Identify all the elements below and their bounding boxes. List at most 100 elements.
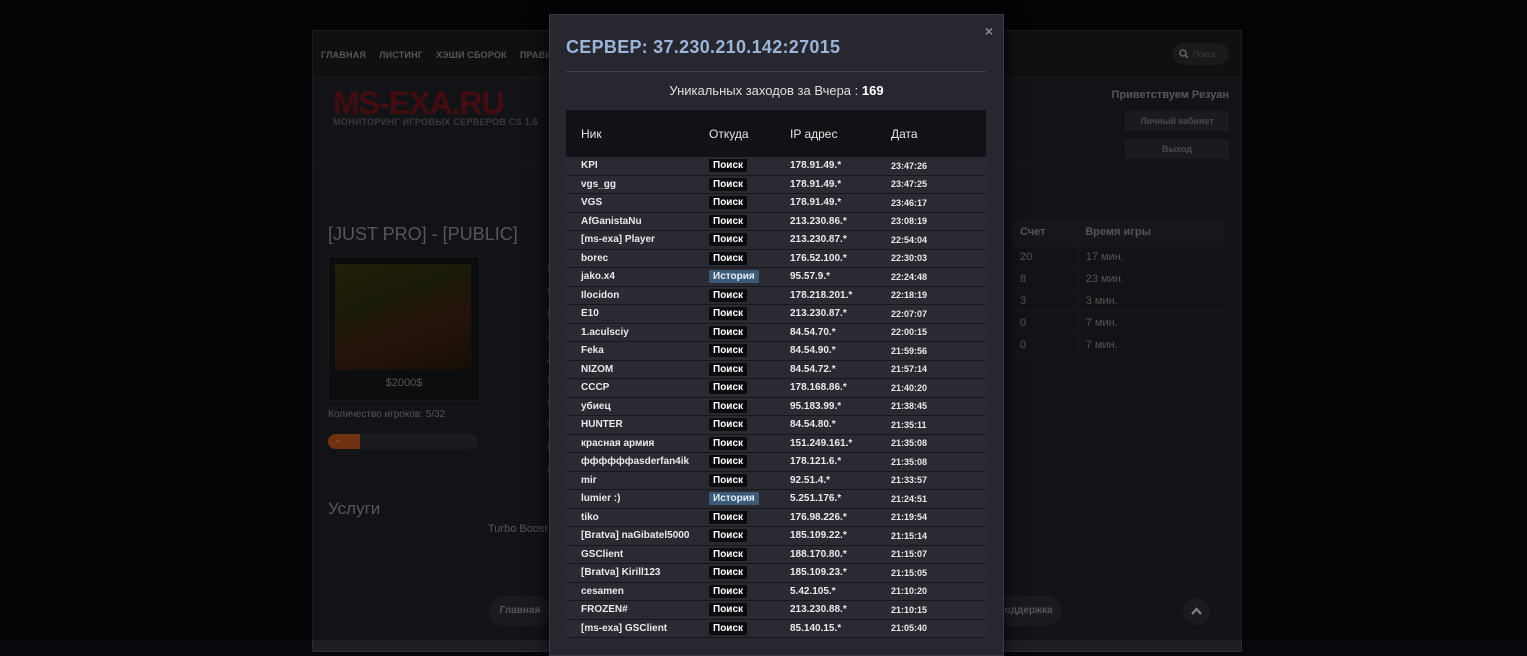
nick-cell: mir — [566, 471, 709, 490]
date-cell: 21:24:51 — [891, 489, 986, 509]
close-icon[interactable]: × — [985, 23, 993, 39]
ip-cell: 185.109.22.* — [790, 526, 891, 546]
table-row: borec Поиск 176.52.100.* 22:30:03 — [566, 249, 986, 268]
nick-cell: [ms-exa] GSClient — [566, 619, 709, 638]
ip-cell: 95.57.9.* — [790, 267, 891, 287]
source-badge: Поиск — [709, 436, 748, 450]
nick-cell: cesamen — [566, 582, 709, 601]
nick-cell: AfGanistaNu — [566, 212, 709, 231]
unique-visits-label: Уникальных заходов за Вчера : — [669, 83, 859, 98]
date-cell: 21:15:07 — [891, 545, 986, 564]
source-cell: Поиск — [709, 378, 790, 398]
nick-cell: убиец — [566, 397, 709, 416]
date-cell: 22:07:07 — [891, 304, 986, 324]
source-cell: Поиск — [709, 582, 790, 601]
source-cell: Поиск — [709, 323, 790, 342]
ip-cell: 176.52.100.* — [790, 249, 891, 268]
table-row: FROZEN# Поиск 213.230.88.* 21:10:15 — [566, 600, 986, 620]
source-badge: Поиск — [709, 603, 748, 617]
unique-visits-summary: Уникальных заходов за Вчера : 169 — [550, 83, 1003, 98]
table-row: Feka Поиск 84.54.90.* 21:59:56 — [566, 341, 986, 361]
date-cell: 22:24:48 — [891, 267, 986, 287]
source-cell: Поиск — [709, 286, 790, 305]
source-badge: Поиск — [709, 399, 748, 413]
unique-visits-count: 169 — [861, 83, 884, 98]
nick-cell: CCCP — [566, 378, 709, 398]
source-badge: Поиск — [709, 177, 748, 191]
table-row: HUNTER Поиск 84.54.80.* 21:35:11 — [566, 415, 986, 435]
table-row: VGS Поиск 178.91.49.* 23:46:17 — [566, 193, 986, 213]
nick-cell: VGS — [566, 193, 709, 213]
source-badge: Поиск — [709, 325, 748, 339]
nick-cell: [Bratva] naGibatel5000 — [566, 526, 709, 546]
source-badge: Поиск — [709, 547, 748, 561]
nick-cell: FROZEN# — [566, 600, 709, 620]
date-cell: 21:19:54 — [891, 508, 986, 527]
source-badge: Поиск — [709, 418, 748, 432]
source-cell: Поиск — [709, 508, 790, 527]
ip-cell: 213.230.86.* — [790, 212, 891, 231]
table-row: Ilocidon Поиск 178.218.201.* 22:18:19 — [566, 286, 986, 305]
source-cell: Поиск — [709, 212, 790, 231]
source-badge: Поиск — [709, 251, 748, 265]
source-cell: Поиск — [709, 415, 790, 435]
source-badge: Поиск — [709, 362, 748, 376]
ip-cell: 84.54.90.* — [790, 341, 891, 361]
column-ip: IP адрес — [790, 110, 891, 157]
date-cell: 21:38:45 — [891, 397, 986, 416]
table-row: jako.x4 История 95.57.9.* 22:24:48 — [566, 267, 986, 287]
date-cell: 22:30:03 — [891, 249, 986, 268]
ip-cell: 178.91.49.* — [790, 193, 891, 213]
source-badge: История — [709, 270, 759, 284]
ip-cell: 178.91.49.* — [790, 175, 891, 194]
ip-cell: 213.230.87.* — [790, 304, 891, 324]
source-badge: Поиск — [709, 473, 748, 487]
source-cell: Поиск — [709, 434, 790, 453]
nick-cell: NIZOM — [566, 360, 709, 379]
table-row: mir Поиск 92.51.4.* 21:33:57 — [566, 471, 986, 490]
ip-cell: 178.121.6.* — [790, 452, 891, 472]
source-badge: Поиск — [709, 288, 748, 302]
source-cell: Поиск — [709, 545, 790, 564]
ip-cell: 176.98.226.* — [790, 508, 891, 527]
ip-cell: 178.91.49.* — [790, 157, 891, 176]
source-cell: Поиск — [709, 526, 790, 546]
date-cell: 21:40:20 — [891, 378, 986, 398]
nick-cell: lumier :) — [566, 489, 709, 509]
date-cell: 21:10:20 — [891, 582, 986, 601]
nick-cell: jako.x4 — [566, 267, 709, 287]
source-cell: Поиск — [709, 341, 790, 361]
table-row: lumier :) История 5.251.176.* 21:24:51 — [566, 489, 986, 509]
source-cell: Поиск — [709, 452, 790, 472]
ip-cell: 151.249.161.* — [790, 434, 891, 453]
ip-cell: 178.168.86.* — [790, 378, 891, 398]
nick-cell: [ms-exa] Player — [566, 230, 709, 250]
source-cell: Поиск — [709, 157, 790, 176]
ip-cell: 213.230.87.* — [790, 230, 891, 250]
table-row: KPI Поиск 178.91.49.* 23:47:26 — [566, 157, 986, 176]
date-cell: 21:15:05 — [891, 563, 986, 583]
nick-cell: GSClient — [566, 545, 709, 564]
source-badge: Поиск — [709, 566, 748, 580]
ip-cell: 178.218.201.* — [790, 286, 891, 305]
nick-cell: HUNTER — [566, 415, 709, 435]
source-cell: Поиск — [709, 600, 790, 620]
source-badge: Поиск — [709, 381, 748, 395]
source-badge: Поиск — [709, 214, 748, 228]
date-cell: 21:59:56 — [891, 341, 986, 361]
ip-cell: 84.54.80.* — [790, 415, 891, 435]
date-cell: 21:35:08 — [891, 452, 986, 472]
date-cell: 21:15:14 — [891, 526, 986, 546]
ip-cell: 5.251.176.* — [790, 489, 891, 509]
column-from: Откуда — [709, 110, 790, 157]
table-row: E10 Поиск 213.230.87.* 22:07:07 — [566, 304, 986, 324]
nick-cell: [Bratva] Kirill123 — [566, 563, 709, 583]
date-cell: 22:54:04 — [891, 230, 986, 250]
date-cell: 22:00:15 — [891, 323, 986, 342]
table-row: красная армия Поиск 151.249.161.* 21:35:08 — [566, 434, 986, 453]
source-badge: Поиск — [709, 510, 748, 524]
source-cell: Поиск — [709, 193, 790, 213]
table-row: [ms-exa] GSClient Поиск 85.140.15.* 21:05:4… — [566, 619, 986, 638]
source-cell: Поиск — [709, 230, 790, 250]
source-badge: Поиск — [709, 584, 748, 598]
